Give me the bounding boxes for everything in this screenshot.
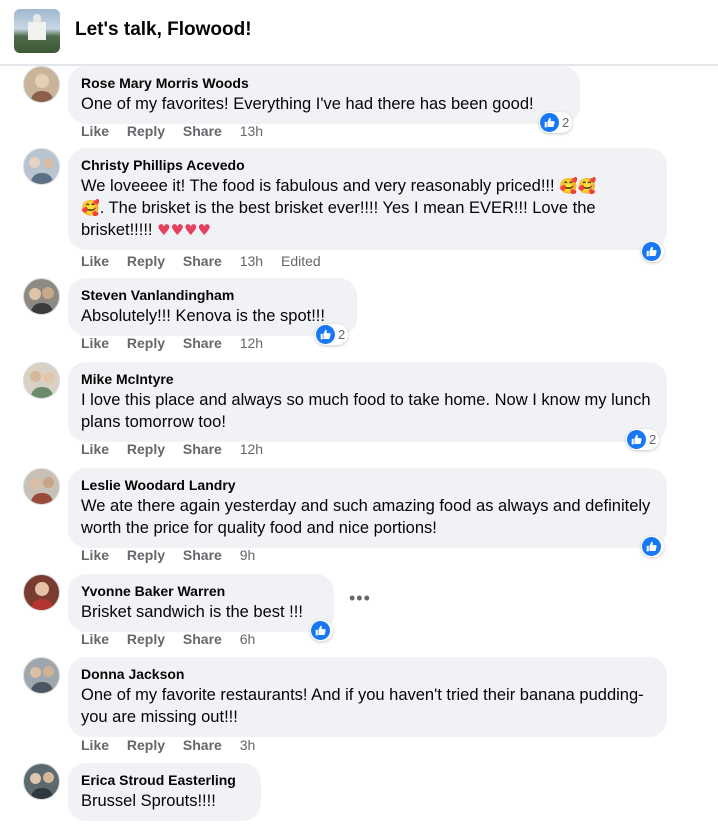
edited-label[interactable]: Edited [281,253,321,269]
comment-author[interactable]: Yvonne Baker Warren [81,582,322,601]
comment-time[interactable]: 6h [240,631,256,647]
like-button[interactable]: Like [81,631,109,647]
comment-text: Brisket sandwich is the best !!! [81,603,303,621]
comment-text-line: . The brisket is the best brisket ever!!… [99,199,596,217]
reaction-badge[interactable] [310,620,333,641]
comment-time[interactable]: 13h [240,253,263,269]
smiling-hearts-emoji: 🥰 [81,199,100,217]
reaction-badge[interactable]: 2 [539,112,573,133]
comment-bubble: Rose Mary Morris Woods One of my favorit… [68,66,580,124]
thumbs-up-icon [540,113,559,132]
share-button[interactable]: Share [183,123,222,139]
reply-button[interactable]: Reply [127,547,165,563]
thumbs-up-icon [642,242,661,261]
comment-author[interactable]: Leslie Woodard Landry [81,476,655,495]
reaction-count: 2 [338,327,346,342]
comment-author[interactable]: Steven Vanlandingham [81,286,345,305]
avatar[interactable] [23,657,60,694]
reaction-count: 2 [649,432,657,447]
thumbs-up-icon [642,537,661,556]
avatar[interactable] [23,278,60,315]
comment-text: One of my favorite restaurants! And if y… [81,686,644,726]
comments-list: Rose Mary Morris Woods One of my favorit… [0,66,718,827]
comment-time[interactable]: 12h [240,441,263,457]
comment-text: One of my favorites! Everything I've had… [81,95,534,113]
group-name[interactable]: Let's talk, Flowood! [75,19,252,41]
share-button[interactable]: Share [183,335,222,351]
comment-text-line: brisket!!!!! [81,221,153,239]
thumbs-up-icon [627,430,646,449]
share-button[interactable]: Share [183,631,222,647]
group-photo-icon[interactable] [14,9,60,53]
share-button[interactable]: Share [183,737,222,753]
reply-button[interactable]: Reply [127,441,165,457]
reaction-count: 2 [562,115,570,130]
reply-button[interactable]: Reply [127,123,165,139]
comment-text: We loveeee it! The food is fabulous and … [81,175,655,241]
comment-bubble: Leslie Woodard Landry We ate there again… [68,468,667,548]
reply-button[interactable]: Reply [127,335,165,351]
reaction-badge[interactable]: 2 [315,324,349,345]
comment-time[interactable]: 9h [240,547,256,563]
avatar[interactable] [23,574,60,611]
group-header: Let's talk, Flowood! [0,0,718,66]
comment-author[interactable]: Erica Stroud Easterling [81,771,249,790]
share-button[interactable]: Share [183,547,222,563]
comment-text: I love this place and always so much foo… [81,391,651,431]
comment-author[interactable]: Rose Mary Morris Woods [81,74,568,93]
like-button[interactable]: Like [81,335,109,351]
reaction-badge[interactable] [641,241,664,262]
like-button[interactable]: Like [81,441,109,457]
more-options-icon[interactable]: ••• [349,588,371,609]
reaction-badge[interactable]: 2 [626,429,660,450]
thumbs-up-icon [311,621,330,640]
reply-button[interactable]: Reply [127,737,165,753]
like-button[interactable]: Like [81,547,109,563]
comment-text-line: We loveeee it! The food is fabulous and … [81,177,555,195]
reply-button[interactable]: Reply [127,631,165,647]
share-button[interactable]: Share [183,253,222,269]
comment-author[interactable]: Donna Jackson [81,665,655,684]
avatar[interactable] [23,148,60,185]
comment-text: We ate there again yesterday and such am… [81,497,651,537]
comment-time[interactable]: 12h [240,335,263,351]
comment-text: Brussel Sprouts!!!! [81,792,216,810]
avatar[interactable] [23,763,60,800]
thumbs-up-icon [316,325,335,344]
avatar[interactable] [23,66,60,103]
share-button[interactable]: Share [183,441,222,457]
like-button[interactable]: Like [81,253,109,269]
comment-bubble: Erica Stroud Easterling Brussel Sprouts!… [68,763,261,821]
comment-bubble: Christy Phillips Acevedo We loveeee it! … [68,148,667,250]
comment-time[interactable]: 13h [240,123,263,139]
like-button[interactable]: Like [81,123,109,139]
like-button[interactable]: Like [81,737,109,753]
red-hearts-emoji: ♥♥♥♥ [157,221,211,239]
avatar[interactable] [23,468,60,505]
comment-author[interactable]: Christy Phillips Acevedo [81,156,655,175]
avatar[interactable] [23,362,60,399]
comment-author[interactable]: Mike McIntyre [81,370,655,389]
reaction-badge[interactable] [641,536,664,557]
comment-bubble: Yvonne Baker Warren Brisket sandwich is … [68,574,334,632]
comment-text: Absolutely!!! Kenova is the spot!!! [81,307,325,325]
smiling-hearts-emoji: 🥰🥰 [559,177,597,195]
comment-bubble: Steven Vanlandingham Absolutely!!! Kenov… [68,278,357,336]
comment-time[interactable]: 3h [240,737,256,753]
reply-button[interactable]: Reply [127,253,165,269]
comment-bubble: Donna Jackson One of my favorite restaur… [68,657,667,737]
comment-bubble: Mike McIntyre I love this place and alwa… [68,362,667,442]
